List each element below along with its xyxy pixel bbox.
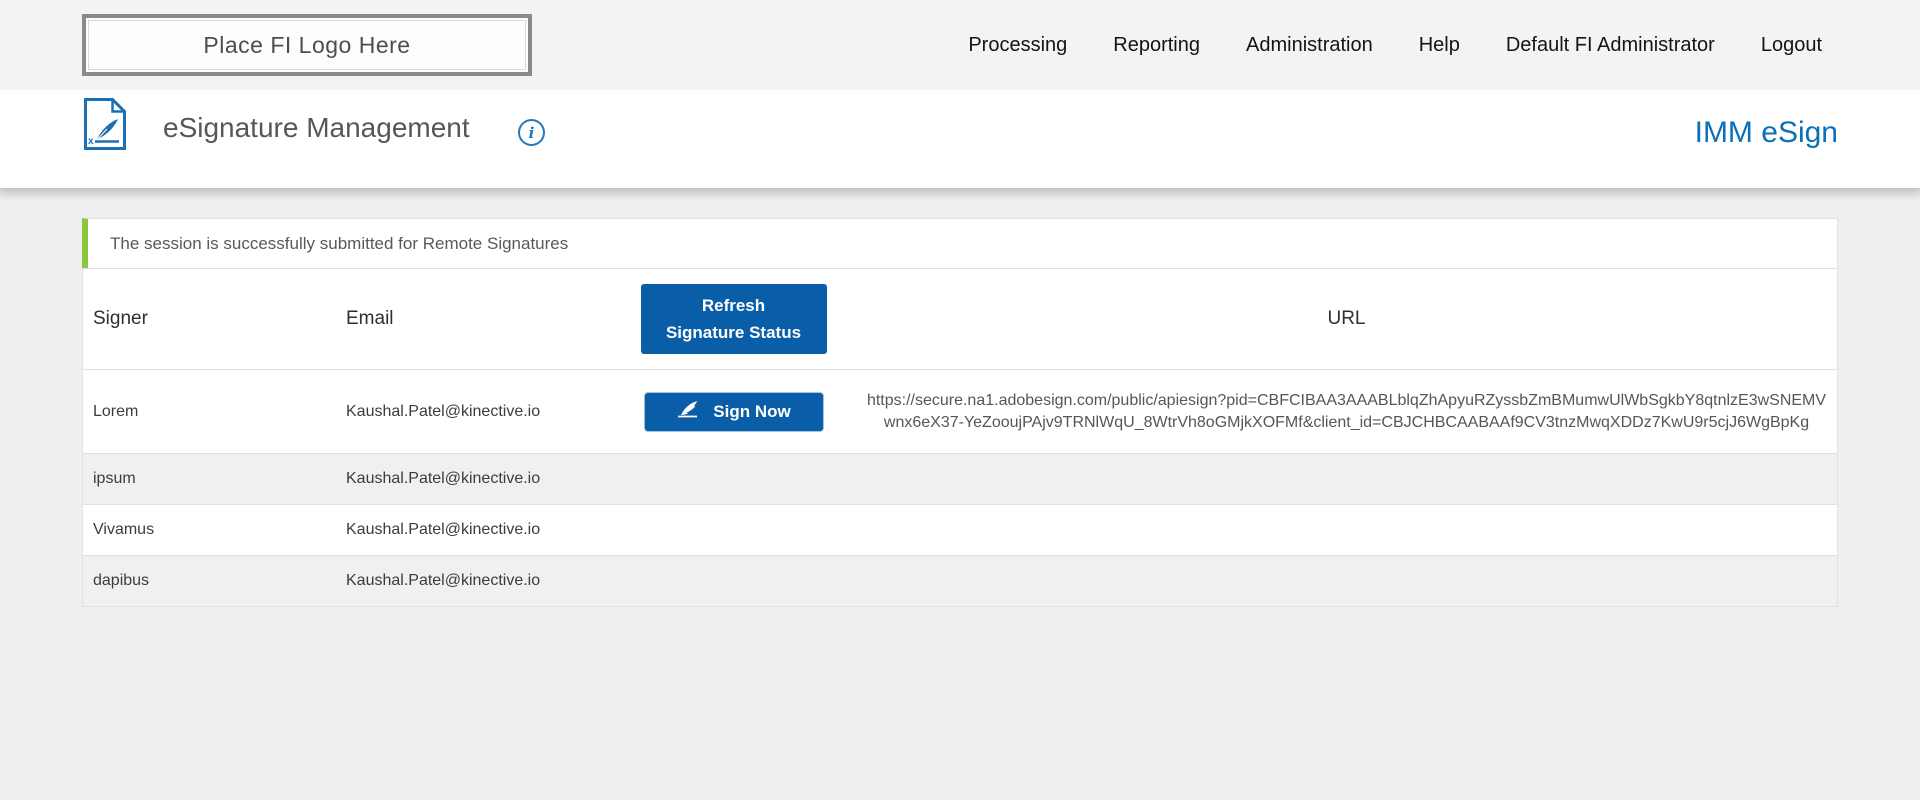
top-nav: Processing Reporting Administration Help… <box>968 34 1822 57</box>
sign-now-button[interactable]: Sign Now <box>645 393 823 431</box>
svg-text:x: x <box>88 136 94 147</box>
signer-action-cell <box>611 526 856 534</box>
content-area: The session is successfully submitted fo… <box>0 188 1920 800</box>
table-row: ipsum Kaushal.Patel@kinective.io <box>83 453 1837 504</box>
top-bar: Place FI Logo Here Processing Reporting … <box>0 0 1920 90</box>
brand-imm-esign: IMM eSign <box>1695 116 1838 150</box>
nav-processing[interactable]: Processing <box>968 34 1067 57</box>
signer-url-cell <box>856 577 1837 585</box>
fi-logo-text: Place FI Logo Here <box>203 32 410 59</box>
signer-name: dapibus <box>83 568 346 594</box>
signing-url: https://secure.na1.adobesign.com/public/… <box>856 380 1837 444</box>
column-header-email: Email <box>346 304 611 334</box>
success-message: The session is successfully submitted fo… <box>82 218 1838 268</box>
signer-action-cell <box>611 577 856 585</box>
column-header-url: URL <box>856 304 1837 334</box>
table-row: Lorem Kaushal.Patel@kinective.io Sign No… <box>83 369 1837 453</box>
refresh-button-line1: Refresh <box>702 292 765 319</box>
table-header-row: Signer Email Refresh Signature Status UR… <box>83 269 1837 369</box>
signer-url-cell <box>856 526 1837 534</box>
fi-logo-placeholder: Place FI Logo Here <box>82 14 532 76</box>
page-title: eSignature Management <box>163 112 470 144</box>
signer-email: Kaushal.Patel@kinective.io <box>346 517 611 543</box>
success-message-text: The session is successfully submitted fo… <box>110 234 568 254</box>
page-header: x eSignature Management i IMM eSign <box>0 90 1920 188</box>
page: Place FI Logo Here Processing Reporting … <box>0 0 1920 800</box>
signer-action-cell: Sign Now <box>611 389 856 435</box>
table-row: dapibus Kaushal.Patel@kinective.io <box>83 555 1837 606</box>
info-icon[interactable]: i <box>518 119 545 146</box>
signer-name: ipsum <box>83 466 346 492</box>
table-row: Vivamus Kaushal.Patel@kinective.io <box>83 504 1837 555</box>
nav-help[interactable]: Help <box>1419 34 1460 57</box>
signer-email: Kaushal.Patel@kinective.io <box>346 568 611 594</box>
nav-administration[interactable]: Administration <box>1246 34 1373 57</box>
signer-action-cell <box>611 475 856 483</box>
column-header-signer: Signer <box>83 304 346 334</box>
column-header-action: Refresh Signature Status <box>611 280 856 358</box>
signer-url-cell: https://secure.na1.adobesign.com/public/… <box>856 376 1837 448</box>
signers-table: Signer Email Refresh Signature Status UR… <box>82 268 1838 607</box>
signer-url-cell <box>856 475 1837 483</box>
nav-reporting[interactable]: Reporting <box>1113 34 1200 57</box>
info-icon-glyph: i <box>529 124 535 142</box>
signer-email: Kaushal.Patel@kinective.io <box>346 466 611 492</box>
sign-now-label: Sign Now <box>713 402 790 422</box>
signer-email: Kaushal.Patel@kinective.io <box>346 399 611 425</box>
nav-logout[interactable]: Logout <box>1761 34 1822 57</box>
refresh-signature-status-button[interactable]: Refresh Signature Status <box>641 284 827 354</box>
esignature-document-icon: x <box>84 98 126 150</box>
signer-name: Lorem <box>83 399 346 425</box>
nav-user-menu[interactable]: Default FI Administrator <box>1506 34 1715 57</box>
refresh-button-line2: Signature Status <box>666 319 801 346</box>
quill-pen-icon <box>676 400 704 423</box>
signer-name: Vivamus <box>83 517 346 543</box>
